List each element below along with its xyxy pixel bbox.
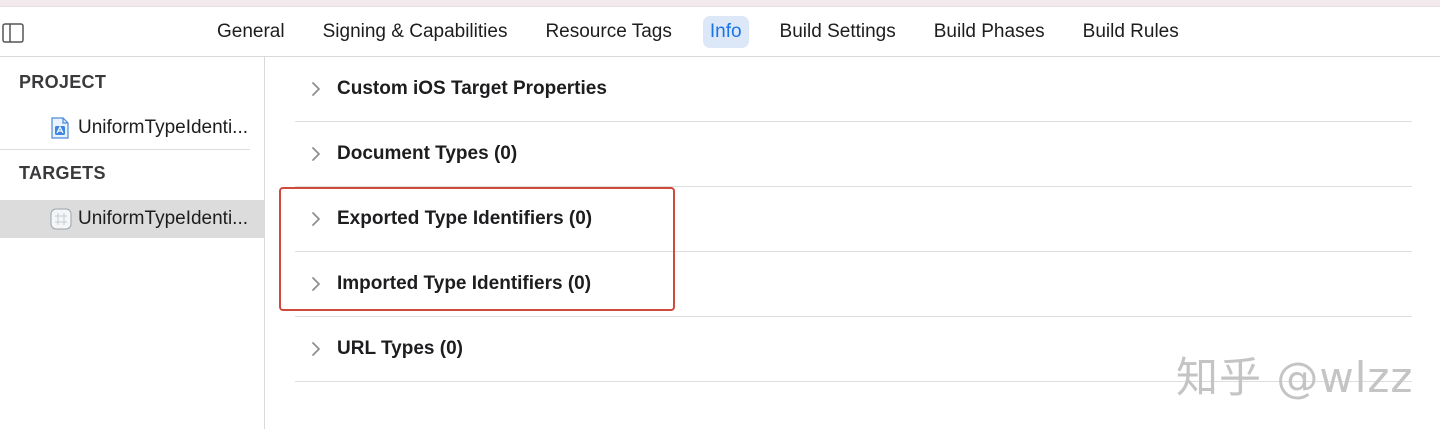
tab-general[interactable]: General: [210, 16, 292, 48]
tab-resource-tags[interactable]: Resource Tags: [538, 16, 678, 48]
tab-build-settings[interactable]: Build Settings: [773, 16, 903, 48]
sidebar-item-label: UniformTypeIdenti...: [78, 117, 249, 138]
window-top-strip: [0, 0, 1440, 7]
section-title: Document Types (0): [337, 143, 518, 164]
sidebar-item-label: UniformTypeIdenti...: [78, 208, 249, 229]
xcode-project-icon: [50, 117, 70, 139]
sidebar-item-project[interactable]: UniformTypeIdenti...: [0, 109, 264, 147]
targets-section-header: TARGETS: [19, 163, 106, 183]
section-document-types[interactable]: Document Types (0): [295, 122, 1412, 187]
watermark: 知乎 @wlzz: [1176, 353, 1414, 402]
highlight-annotation-box: [279, 187, 675, 311]
section-title: URL Types (0): [337, 338, 463, 359]
app-target-icon: [50, 208, 72, 230]
sidebar-divider: [0, 149, 250, 150]
chevron-right-icon[interactable]: [309, 146, 323, 162]
project-targets-sidebar: PROJECT UniformTypeIdenti... TARGETS Uni…: [0, 57, 265, 429]
xcode-target-editor: General Signing & Capabilities Resource …: [0, 0, 1440, 429]
tab-info[interactable]: Info: [702, 16, 749, 48]
tab-build-rules[interactable]: Build Rules: [1076, 16, 1186, 48]
sidebar-item-target[interactable]: UniformTypeIdenti...: [0, 200, 264, 238]
sidebar-toggle-icon[interactable]: [2, 23, 24, 43]
section-title: Custom iOS Target Properties: [337, 78, 607, 99]
tab-list: General Signing & Capabilities Resource …: [210, 16, 1210, 48]
tab-build-phases[interactable]: Build Phases: [927, 16, 1052, 48]
project-section-header: PROJECT: [19, 72, 107, 92]
tab-signing-capabilities[interactable]: Signing & Capabilities: [316, 16, 515, 48]
section-custom-ios-target-properties[interactable]: Custom iOS Target Properties: [295, 57, 1412, 122]
chevron-right-icon[interactable]: [309, 81, 323, 97]
editor-tab-bar: General Signing & Capabilities Resource …: [0, 7, 1440, 57]
chevron-right-icon[interactable]: [309, 341, 323, 357]
